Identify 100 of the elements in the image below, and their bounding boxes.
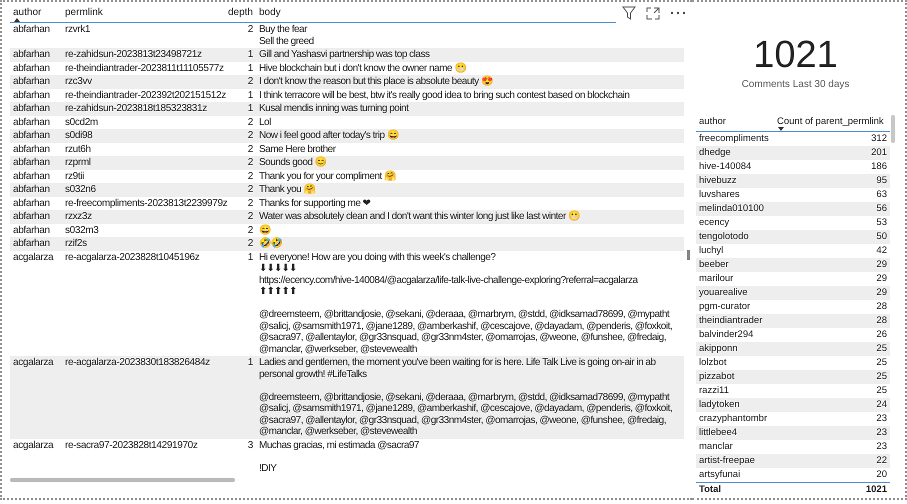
table-cell-text: 23 xyxy=(875,426,888,440)
table-cell-text: re-freecompliments-2023813t2239979z xyxy=(64,198,228,209)
body-text-line: Hive blockchain but i don't know the owner name 😬 xyxy=(259,62,467,74)
body-text-line: Hi everyone! How are you doing with this week's challenge? xyxy=(259,252,496,263)
body-text-line: Water was absolutely clean and I don't want this winter long just like last winter 😬 xyxy=(259,211,581,222)
table-cell-text: 312 xyxy=(870,132,888,146)
table-cell-text: abfarhan xyxy=(12,116,51,128)
table-cell-text: 2 xyxy=(246,157,254,168)
filter-icon[interactable] xyxy=(622,6,636,20)
table-cell-text: abfarhan xyxy=(12,170,51,182)
table-cell-text: rzxz3z xyxy=(64,211,93,222)
table-cell-text: s0cd2m xyxy=(64,116,99,128)
scrollbar-thumb[interactable] xyxy=(687,250,690,260)
column-header[interactable]: author xyxy=(10,3,62,22)
table-cell-text: akipponn xyxy=(698,342,739,356)
table-cell-text: pizzabot xyxy=(698,370,736,384)
table-cell-text: re-theindiantrader-2023811t11105577z xyxy=(64,62,225,74)
table-cell-text: manclar xyxy=(698,440,734,454)
table-cell-text: 2 xyxy=(246,24,254,37)
table-cell-text: 2 xyxy=(246,170,254,182)
table-cell-text: acgalarza xyxy=(12,252,54,264)
body-text-line: @sacra97, @allentaylor, @gr33nsquad, @gr33nm4ster, @omarrojas, @weone, @funshee, @fredaig, xyxy=(259,332,667,344)
table-cell-text: 28 xyxy=(875,314,888,328)
table-cell-text: luvshares xyxy=(698,188,741,202)
table-cell-text: 25 xyxy=(875,356,888,370)
table-cell-text: rz9tii xyxy=(64,170,86,182)
table-cell-text: 95 xyxy=(875,174,888,188)
table-cell-text: 22 xyxy=(875,454,888,468)
table-cell-text: re-acgalarza-2023830t183826484z xyxy=(64,357,211,370)
table-cell-text: razzi11 xyxy=(698,384,730,398)
table-cell-text: 2 xyxy=(246,130,254,142)
column-header[interactable]: Count of parent_permlink xyxy=(774,114,890,131)
table-cell-text: lolzbot xyxy=(698,356,728,370)
body-text-line: @manclar, @werkseber, @stevewealth xyxy=(259,426,418,438)
expand-icon[interactable] xyxy=(646,6,660,20)
body-text-line: personal growth! #LifeTalks xyxy=(259,368,368,380)
column-header[interactable]: permlink xyxy=(62,3,228,22)
table-cell-text: 42 xyxy=(875,244,888,258)
table-cell-text: abfarhan xyxy=(12,224,51,236)
column-header[interactable]: body xyxy=(256,3,616,22)
table-cell-text: 2 xyxy=(246,211,254,222)
body-text-line: Muchas gracias, mi estimada @sacra97 xyxy=(259,440,420,451)
body-text-line: Thanks for supporting me ❤ xyxy=(259,198,372,209)
table-cell-text: 2 xyxy=(246,76,254,88)
body-text-line: Lol xyxy=(259,116,272,128)
table-cell-text: re-acgalarza-2023828t1045196z xyxy=(64,252,200,264)
body-text-line: Sell the greed xyxy=(259,36,315,47)
table-cell-text: 53 xyxy=(875,216,888,230)
table-cell-text: balvinder294 xyxy=(698,328,754,342)
table-cell-text: abfarhan xyxy=(12,76,51,88)
table-cell-text: artsyfunai xyxy=(698,468,742,482)
table-cell-text: 29 xyxy=(875,272,888,286)
body-text-line: ⬇⬇⬇⬇⬇ xyxy=(259,263,298,274)
table-cell-text: rzvrk1 xyxy=(64,24,92,37)
scrollbar-thumb[interactable] xyxy=(891,115,895,143)
body-text-line: Now i feel good after today's trip 😄 xyxy=(259,130,400,142)
body-text-line: @sacra97, @allentaylor, @gr33nsquad, @gr33nm4ster, @omarrojas, @weone, @funshee, @fredaig, xyxy=(259,414,667,426)
table-cell-text: luchyl xyxy=(698,244,724,258)
table-cell-text: re-sacra97-2023828t14291970z xyxy=(64,440,199,452)
table-cell-text: abfarhan xyxy=(12,238,51,250)
body-text-line: 😄 xyxy=(259,224,272,236)
column-header[interactable]: depth xyxy=(228,3,256,22)
table-cell-text: abfarhan xyxy=(12,157,51,168)
table-cell-text: s032m3 xyxy=(64,224,100,236)
table-cell-text: 2 xyxy=(246,116,254,128)
table-cell-text: ecency xyxy=(698,216,730,230)
more-options-icon[interactable] xyxy=(670,11,686,15)
table-cell-text: 24 xyxy=(875,398,888,412)
total-value: 1021 xyxy=(864,483,888,498)
column-header[interactable]: author xyxy=(696,114,774,131)
table-cell-text: rzut6h xyxy=(64,144,92,155)
table-cell-text: 186 xyxy=(870,160,888,174)
table-cell-text: re-theindiantrader-202392t202151512z xyxy=(64,90,227,101)
table-cell-text: abfarhan xyxy=(12,198,51,209)
table-cell-text: 25 xyxy=(875,370,888,384)
table-cell-text: abfarhan xyxy=(12,90,51,101)
body-text-line: !DIY xyxy=(259,462,278,474)
table-cell-text: acgalarza xyxy=(12,440,54,452)
body-text-line: https://ecency.com/hive-140084/@acgalarza/life-talk-live-challenge-exploring?referral=acgalarza xyxy=(259,274,639,286)
table-cell-text: marilour xyxy=(698,272,734,286)
table-cell-text: abfarhan xyxy=(12,144,51,155)
table-cell-text: rzif2s xyxy=(64,238,88,250)
table-cell-text: youarealive xyxy=(698,286,749,300)
table-cell-text: 2 xyxy=(246,198,254,209)
table-cell-text: 26 xyxy=(875,328,888,342)
body-text-line: Ladies and gentlemen, the moment you've been waiting for is here. Life Talk Live is going on-air in ab xyxy=(259,357,657,368)
table-cell-text: abfarhan xyxy=(12,130,51,142)
body-text-line: Same Here brother xyxy=(259,144,337,155)
table-cell-text: beeber xyxy=(698,258,730,272)
body-text-line: Thank you for your compliment 🤗 xyxy=(259,170,397,182)
table-cell-text: rzc3vv xyxy=(64,76,93,88)
body-text-line: Buy the fear xyxy=(259,24,308,36)
table-cell-text: 23 xyxy=(875,412,888,426)
table-cell-text: 20 xyxy=(875,468,888,482)
table-cell-text: abfarhan xyxy=(12,24,51,37)
body-text-line: @salicj, @samsmith1971, @jane1289, @amberkashif, @cescajove, @dayadam, @penderis, @foxkoit, xyxy=(259,403,674,414)
table-cell-text: freecompliments xyxy=(698,132,770,146)
total-label: Total xyxy=(698,483,722,498)
table-cell-text: crazyphantombr xyxy=(698,412,768,426)
scrollbar-thumb[interactable] xyxy=(10,478,235,482)
